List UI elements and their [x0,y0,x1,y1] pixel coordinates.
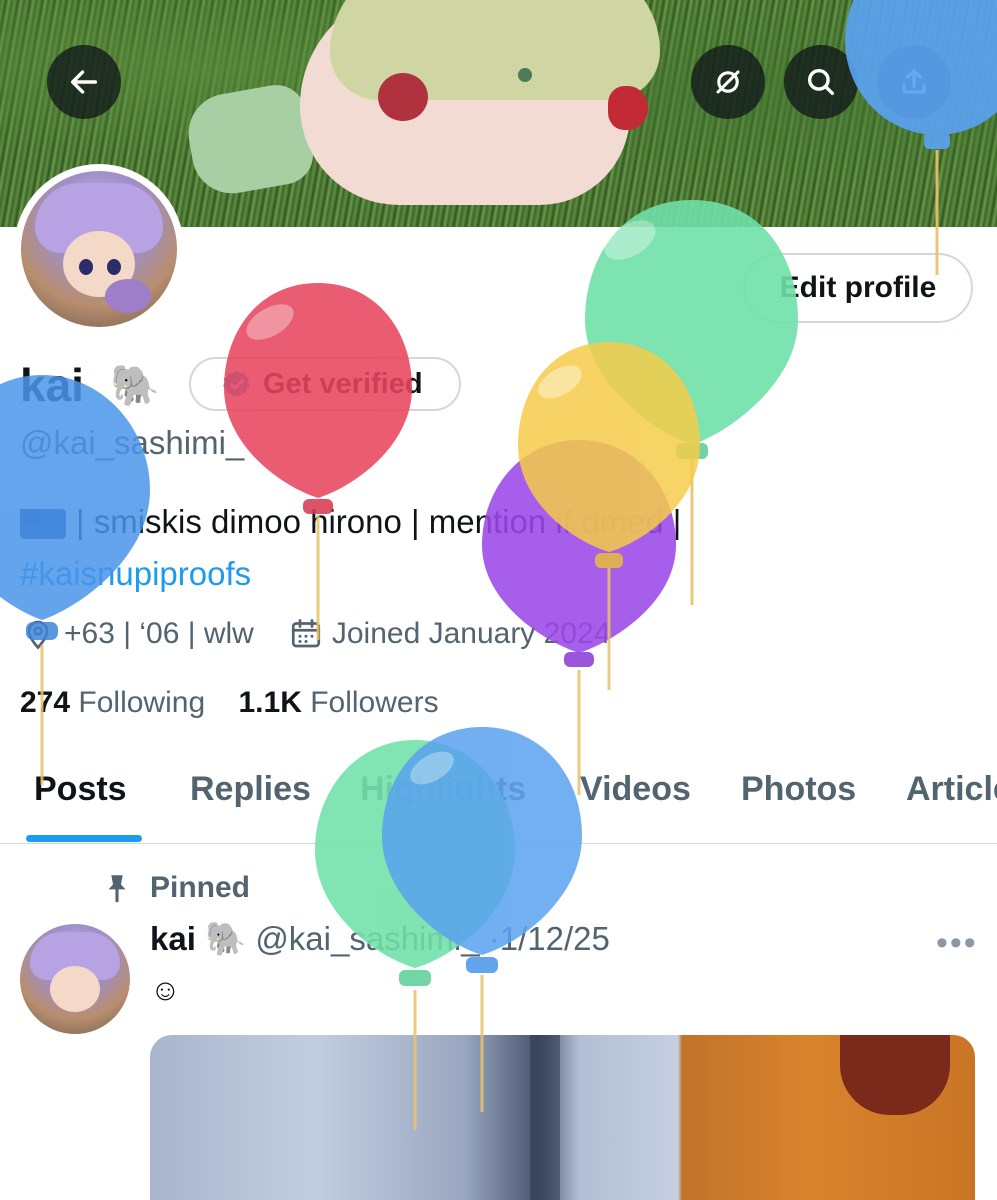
bio-hashtag-link[interactable]: #kaisnupiproofs [20,555,251,593]
verified-badge-icon [223,370,250,397]
location-text: +63 | ‘06 | wlw [64,617,254,650]
link-off-icon [716,70,740,94]
post-author-name[interactable]: kai [150,920,196,957]
banner-figure-eye [518,68,532,82]
followers-link[interactable]: 1.1K Followers [238,686,438,719]
post-separator: · [488,920,500,957]
balloon-red [224,283,412,640]
profile-page: Edit profile kai 🐘 Get verified @kai_sas… [0,0,997,1200]
media-detail [840,1035,950,1115]
tab-videos[interactable]: Videos [580,770,691,809]
edit-profile-button[interactable]: Edit profile [743,253,973,323]
tab-articles[interactable]: Articles [906,770,997,809]
get-verified-label: Get verified [263,367,423,400]
search-icon [807,68,835,96]
name-emoji: 🐘 [110,364,160,408]
flag-icon [20,509,66,540]
banner-figure-hair [330,0,660,100]
post-author-emoji: 🐘 [205,920,247,957]
tab-photos[interactable]: Photos [741,770,856,809]
active-tab-indicator [26,835,142,842]
search-button[interactable] [784,45,858,119]
avatar-eye [107,259,121,275]
back-button[interactable] [47,45,121,119]
share-icon [902,69,926,94]
profile-meta: +63 | ‘06 | wlw Joined January 2024 [20,616,610,652]
post-text: ☺ [150,974,181,1007]
post-author-handle[interactable]: @kai_sashimi_ [255,920,479,957]
arrow-left-icon [70,70,98,94]
tab-replies[interactable]: Replies [190,770,311,809]
following-label: Following [78,686,206,719]
tab-highlights[interactable]: Highlights [360,770,526,809]
pinned-indicator: Pinned [100,871,250,905]
profile-handle: @kai_sashimi_ [20,424,245,461]
post-media-image[interactable] [150,1035,975,1200]
following-link[interactable]: 274 Following [20,686,205,719]
profile-tabs: Posts Replies Highlights Videos Photos A… [0,760,997,844]
link-off-button[interactable] [691,45,765,119]
tab-posts[interactable]: Posts [34,770,127,809]
followers-label: Followers [310,686,439,719]
profile-bio: | smiskis dimoo hirono | mention if dmed… [20,503,681,541]
avatar-eye [79,259,93,275]
post-date[interactable]: 1/12/25 [500,920,610,957]
follow-stats: 274 Following 1.1K Followers [20,686,439,720]
banner-figure-bow [608,86,648,130]
more-options-icon[interactable]: ••• [936,924,978,963]
pinned-label: Pinned [150,871,251,904]
media-detail [530,1035,560,1200]
location-icon [27,620,49,650]
avatar-toy [105,279,151,313]
avatar-image [21,171,177,327]
banner-figure-body [182,80,318,200]
calendar-icon [291,619,320,648]
profile-avatar[interactable] [14,164,184,334]
bio-text: | smiskis dimoo hirono | mention if dmed… [76,503,682,540]
post-avatar[interactable] [20,924,130,1034]
profile-name: kai [20,359,84,411]
pin-icon [108,875,126,903]
following-count: 274 [20,686,71,719]
joined-text: Joined January 2024 [331,617,611,650]
post-header: kai 🐘 @kai_sashimi_ ·1/12/25 [150,920,610,959]
avatar-face [50,966,100,1012]
share-button[interactable] [877,45,951,119]
followers-count: 1.1K [238,686,302,719]
get-verified-button[interactable]: Get verified [189,357,461,411]
banner-figure-eye [378,73,428,121]
